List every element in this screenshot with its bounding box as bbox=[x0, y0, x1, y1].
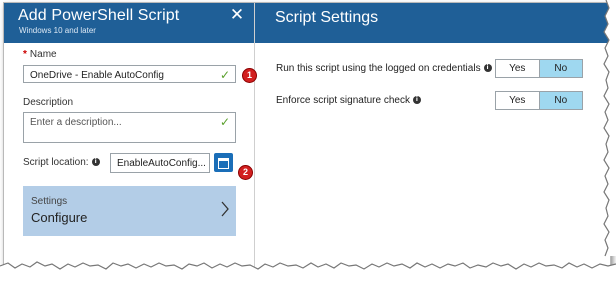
info-icon: i bbox=[483, 64, 492, 73]
add-script-blade: Add PowerShell Script Windows 10 and lat… bbox=[4, 3, 257, 271]
script-location-value: EnableAutoConfig... bbox=[117, 158, 206, 169]
close-button[interactable]: ✕ bbox=[228, 6, 246, 24]
chevron-right-icon bbox=[221, 201, 229, 217]
run-as-user-label-text: Run this script using the logged on cred… bbox=[276, 63, 481, 74]
required-mark: * bbox=[23, 49, 27, 60]
signature-check-toggle[interactable]: Yes No bbox=[495, 91, 583, 110]
torn-edge-right bbox=[603, 0, 616, 257]
callout-badge-2: 2 bbox=[238, 165, 253, 180]
signature-check-no[interactable]: No bbox=[538, 92, 582, 109]
description-field[interactable]: Enter a description... ✓ bbox=[23, 112, 236, 143]
info-icon: i bbox=[412, 96, 421, 105]
description-label: Description bbox=[23, 97, 74, 108]
blade-subtitle: Windows 10 and later bbox=[19, 26, 96, 35]
name-field-value: OneDrive - Enable AutoConfig bbox=[30, 70, 164, 81]
screenshot-frame: Add PowerShell Script Windows 10 and lat… bbox=[3, 2, 611, 272]
run-as-user-no[interactable]: No bbox=[538, 60, 582, 77]
script-settings-title: Script Settings bbox=[275, 9, 379, 26]
signature-check-yes[interactable]: Yes bbox=[496, 92, 539, 109]
script-location-label: Script location: i bbox=[23, 157, 100, 168]
run-as-user-label: Run this script using the logged on cred… bbox=[276, 63, 492, 74]
script-settings-header: Script Settings bbox=[255, 3, 610, 43]
run-as-user-toggle[interactable]: Yes No bbox=[495, 59, 583, 78]
signature-check-label: Enforce script signature check i bbox=[276, 95, 421, 106]
name-field[interactable]: OneDrive - Enable AutoConfig ✓ bbox=[23, 65, 236, 83]
check-icon: ✓ bbox=[219, 115, 230, 129]
description-placeholder: Enter a description... bbox=[30, 117, 122, 128]
script-location-field[interactable]: EnableAutoConfig... bbox=[110, 153, 210, 173]
settings-tile-title: Settings bbox=[31, 196, 68, 207]
script-location-label-text: Script location: bbox=[23, 157, 89, 168]
blade-title: Add PowerShell Script bbox=[18, 7, 180, 24]
close-icon: ✕ bbox=[229, 5, 245, 25]
add-script-header: Add PowerShell Script Windows 10 and lat… bbox=[4, 3, 254, 43]
signature-check-label-text: Enforce script signature check bbox=[276, 95, 410, 106]
settings-configure-tile[interactable]: Settings Configure bbox=[23, 186, 236, 236]
check-icon: ✓ bbox=[219, 68, 230, 82]
name-label-text: Name bbox=[29, 49, 57, 60]
settings-tile-subtitle: Configure bbox=[31, 210, 88, 225]
folder-icon bbox=[218, 158, 229, 169]
torn-edge bbox=[0, 261, 616, 281]
info-icon: i bbox=[91, 158, 100, 167]
run-as-user-yes[interactable]: Yes bbox=[496, 60, 539, 77]
name-label: * Name bbox=[23, 49, 57, 60]
browse-button[interactable] bbox=[214, 153, 233, 172]
callout-badge-1: 1 bbox=[242, 68, 257, 83]
